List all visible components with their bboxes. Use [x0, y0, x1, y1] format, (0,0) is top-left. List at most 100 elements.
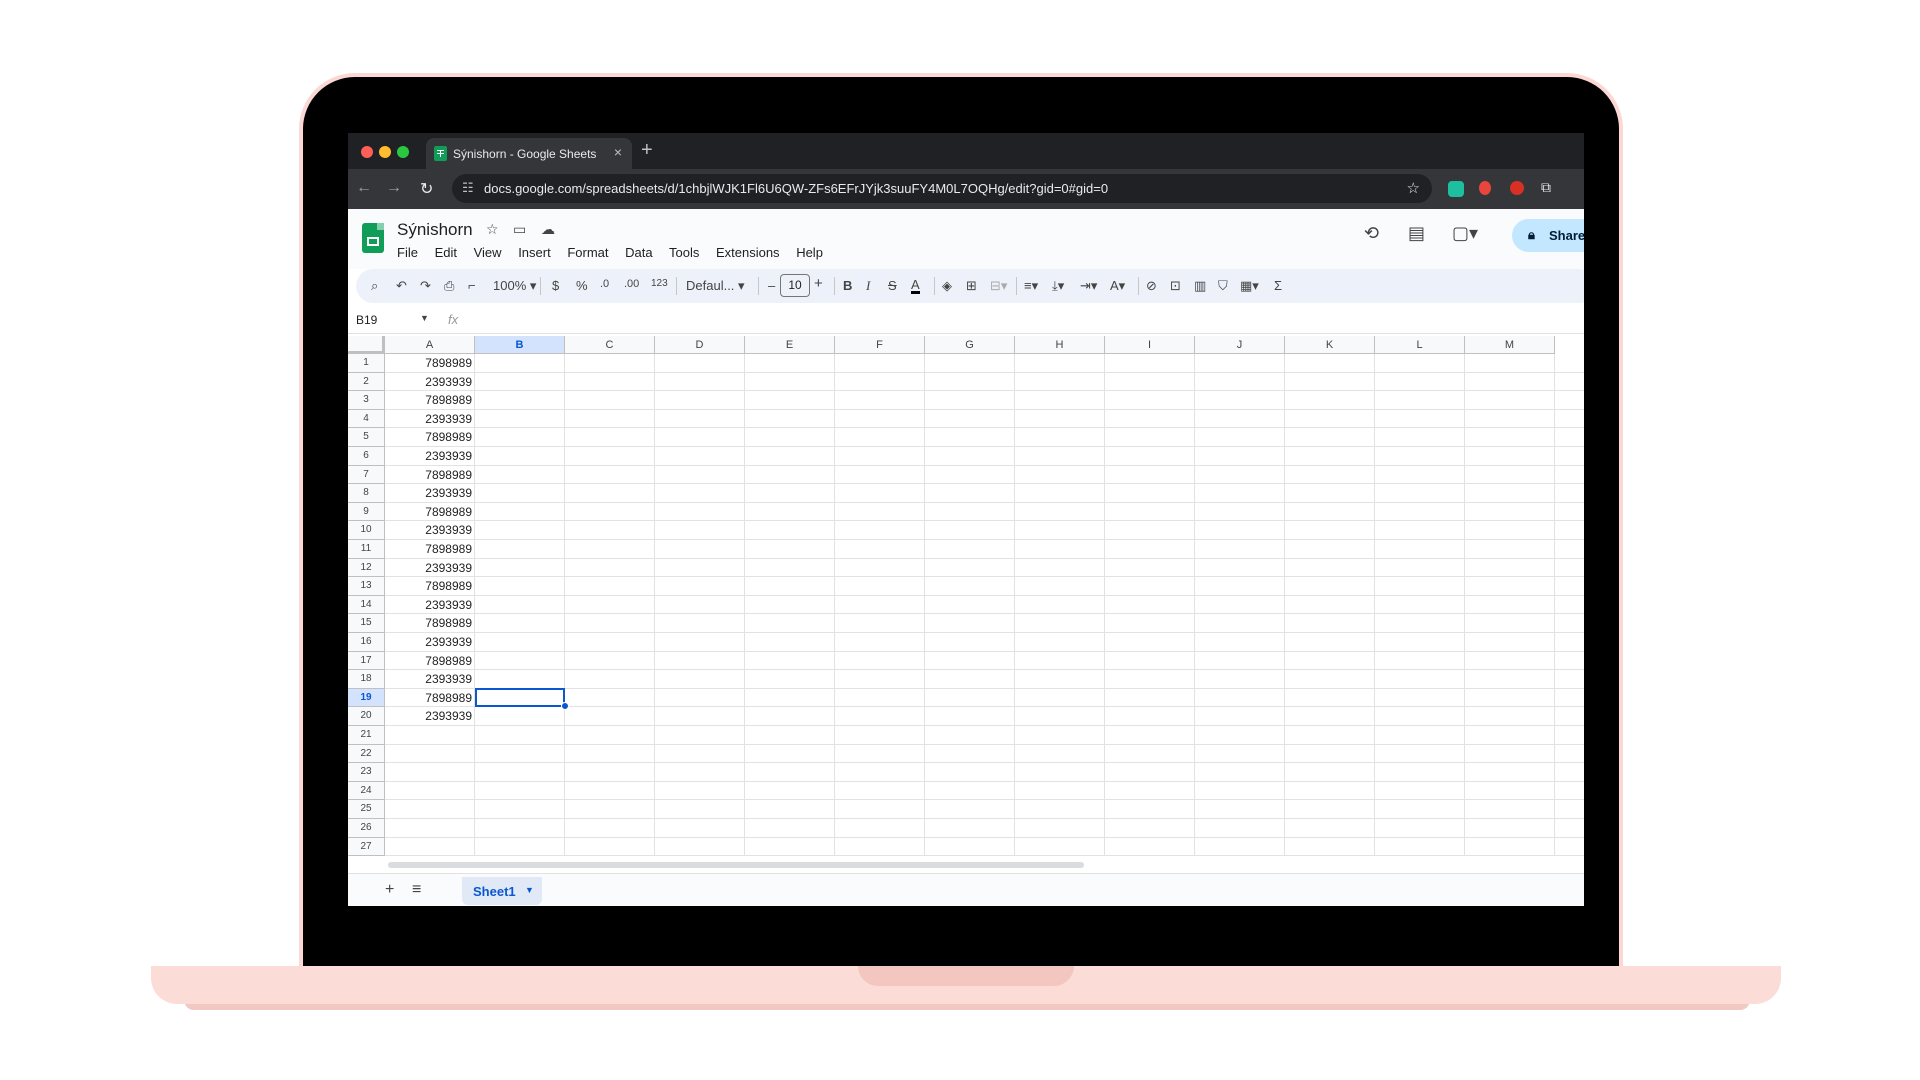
row-header-4[interactable]: 4 — [348, 409, 385, 429]
cell-a18[interactable]: 2393939 — [385, 670, 475, 688]
extension-icon[interactable] — [1510, 181, 1524, 195]
row-header-1[interactable]: 1 — [348, 354, 385, 373]
cell-a8[interactable]: 2393939 — [385, 484, 475, 502]
vertical-align-icon[interactable]: ⤓▾ — [1052, 278, 1064, 294]
row-header-14[interactable]: 14 — [348, 595, 385, 615]
fill-handle[interactable] — [561, 702, 569, 711]
cloud-status-icon[interactable]: ☁ — [541, 221, 555, 238]
row-header-27[interactable]: 27 — [348, 837, 385, 856]
zoom-select[interactable]: 100% ▾ — [493, 278, 536, 294]
filter-views-icon[interactable]: ▦▾ — [1240, 278, 1259, 294]
row-header-16[interactable]: 16 — [348, 633, 385, 652]
more-formats-button[interactable]: 123 — [651, 278, 668, 289]
forward-button[interactable]: → — [386, 179, 402, 197]
column-header-f[interactable]: F — [835, 336, 925, 354]
strikethrough-button[interactable]: S — [888, 278, 897, 293]
menu-help[interactable]: Help — [796, 245, 823, 260]
column-header-e[interactable]: E — [745, 336, 835, 354]
spreadsheet-grid[interactable]: A B C D E F G H I J K L M 1 7898989 2 2393939 3 7898989 4 23… — [348, 336, 1584, 856]
cell-a15[interactable]: 7898989 — [385, 614, 475, 632]
add-sheet-button[interactable]: + — [385, 881, 394, 899]
cell-a10[interactable]: 2393939 — [385, 521, 475, 539]
address-url[interactable]: docs.google.com/spreadsheets/d/1chbjlWJK… — [484, 181, 1108, 196]
menu-edit[interactable]: Edit — [435, 245, 457, 260]
cell-a5[interactable]: 7898989 — [385, 428, 475, 446]
cell-a11[interactable]: 7898989 — [385, 540, 475, 558]
row-header-5[interactable]: 5 — [348, 428, 385, 447]
cell-a6[interactable]: 2393939 — [385, 447, 475, 465]
menu-insert[interactable]: Insert — [518, 245, 551, 260]
selected-cell-b19[interactable] — [475, 687, 565, 707]
column-header-i[interactable]: I — [1105, 336, 1195, 354]
minimize-window-button[interactable] — [379, 146, 391, 158]
cell-a17[interactable]: 7898989 — [385, 652, 475, 670]
chevron-down-icon[interactable]: ▼ — [420, 313, 429, 323]
address-bar[interactable]: ☷ docs.google.com/spreadsheets/d/1chbjlW… — [452, 174, 1432, 203]
increase-font-size-button[interactable]: + — [814, 275, 823, 292]
italic-button[interactable]: I — [866, 278, 870, 294]
row-header-10[interactable]: 10 — [348, 521, 385, 540]
select-all-corner[interactable] — [348, 336, 385, 354]
browser-tab[interactable]: Sýnishorn - Google Sheets × — [426, 138, 632, 169]
menu-file[interactable]: File — [397, 245, 418, 260]
row-header-17[interactable]: 17 — [348, 651, 385, 671]
row-header-21[interactable]: 21 — [348, 726, 385, 745]
row-header-24[interactable]: 24 — [348, 781, 385, 801]
cell-a1[interactable]: 7898989 — [385, 354, 475, 372]
row-header-19[interactable]: 19 — [348, 688, 385, 708]
bold-button[interactable]: B — [843, 278, 852, 293]
reload-button[interactable]: ↻ — [420, 179, 433, 199]
search-menus-icon[interactable]: ⌕ — [371, 278, 378, 294]
row-header-26[interactable]: 26 — [348, 819, 385, 838]
cell-a9[interactable]: 7898989 — [385, 503, 475, 521]
text-wrapping-icon[interactable]: ⇥▾ — [1080, 278, 1097, 294]
merge-cells-icon[interactable]: ⊟▾ — [990, 278, 1007, 294]
sheets-logo-icon[interactable] — [362, 223, 384, 253]
version-history-icon[interactable]: ⟲ — [1364, 223, 1379, 244]
maximize-window-button[interactable] — [397, 146, 409, 158]
star-icon[interactable]: ☆ — [486, 221, 499, 238]
row-header-20[interactable]: 20 — [348, 707, 385, 726]
horizontal-align-icon[interactable]: ≡▾ — [1024, 278, 1038, 294]
row-header-3[interactable]: 3 — [348, 391, 385, 410]
functions-button[interactable]: Σ — [1274, 278, 1282, 293]
column-header-c[interactable]: C — [565, 336, 655, 354]
sheet-tab[interactable]: Sheet1 ▼ — [462, 877, 542, 905]
cell-a12[interactable]: 2393939 — [385, 559, 475, 577]
column-header-g[interactable]: G — [925, 336, 1015, 354]
cell-a14[interactable]: 2393939 — [385, 596, 475, 614]
menu-extensions[interactable]: Extensions — [716, 245, 780, 260]
row-header-2[interactable]: 2 — [348, 372, 385, 392]
menu-tools[interactable]: Tools — [669, 245, 699, 260]
row-header-23[interactable]: 23 — [348, 763, 385, 782]
column-header-j[interactable]: J — [1195, 336, 1285, 354]
row-header-15[interactable]: 15 — [348, 614, 385, 633]
cell-a3[interactable]: 7898989 — [385, 391, 475, 409]
fill-color-icon[interactable]: ◈ — [942, 278, 952, 294]
currency-format-button[interactable]: $ — [552, 278, 559, 293]
close-tab-icon[interactable]: × — [614, 144, 622, 160]
insert-link-icon[interactable]: ⊘ — [1146, 278, 1157, 294]
row-header-9[interactable]: 9 — [348, 502, 385, 522]
undo-icon[interactable]: ↶ — [396, 278, 407, 294]
all-sheets-button[interactable]: ≡ — [412, 881, 421, 899]
chevron-down-icon[interactable]: ▼ — [525, 885, 534, 895]
cell-a13[interactable]: 7898989 — [385, 577, 475, 595]
print-icon[interactable]: ⎙ — [444, 278, 454, 294]
font-size-input[interactable]: 10 — [780, 274, 810, 297]
extensions-puzzle-icon[interactable]: ⧉ — [1541, 179, 1551, 196]
row-header-22[interactable]: 22 — [348, 744, 385, 764]
row-header-7[interactable]: 7 — [348, 465, 385, 485]
cell-a16[interactable]: 2393939 — [385, 633, 475, 651]
cell-a2[interactable]: 2393939 — [385, 373, 475, 391]
row-header-11[interactable]: 11 — [348, 540, 385, 559]
back-button[interactable]: ← — [356, 179, 372, 197]
menu-view[interactable]: View — [474, 245, 502, 260]
site-settings-icon[interactable]: ☷ — [462, 180, 474, 196]
column-header-d[interactable]: D — [655, 336, 745, 354]
cell-a4[interactable]: 2393939 — [385, 410, 475, 428]
column-header-a[interactable]: A — [385, 336, 475, 354]
row-header-12[interactable]: 12 — [348, 558, 385, 578]
text-rotation-icon[interactable]: A▾ — [1110, 278, 1125, 294]
document-title[interactable]: Sýnishorn — [397, 220, 473, 240]
